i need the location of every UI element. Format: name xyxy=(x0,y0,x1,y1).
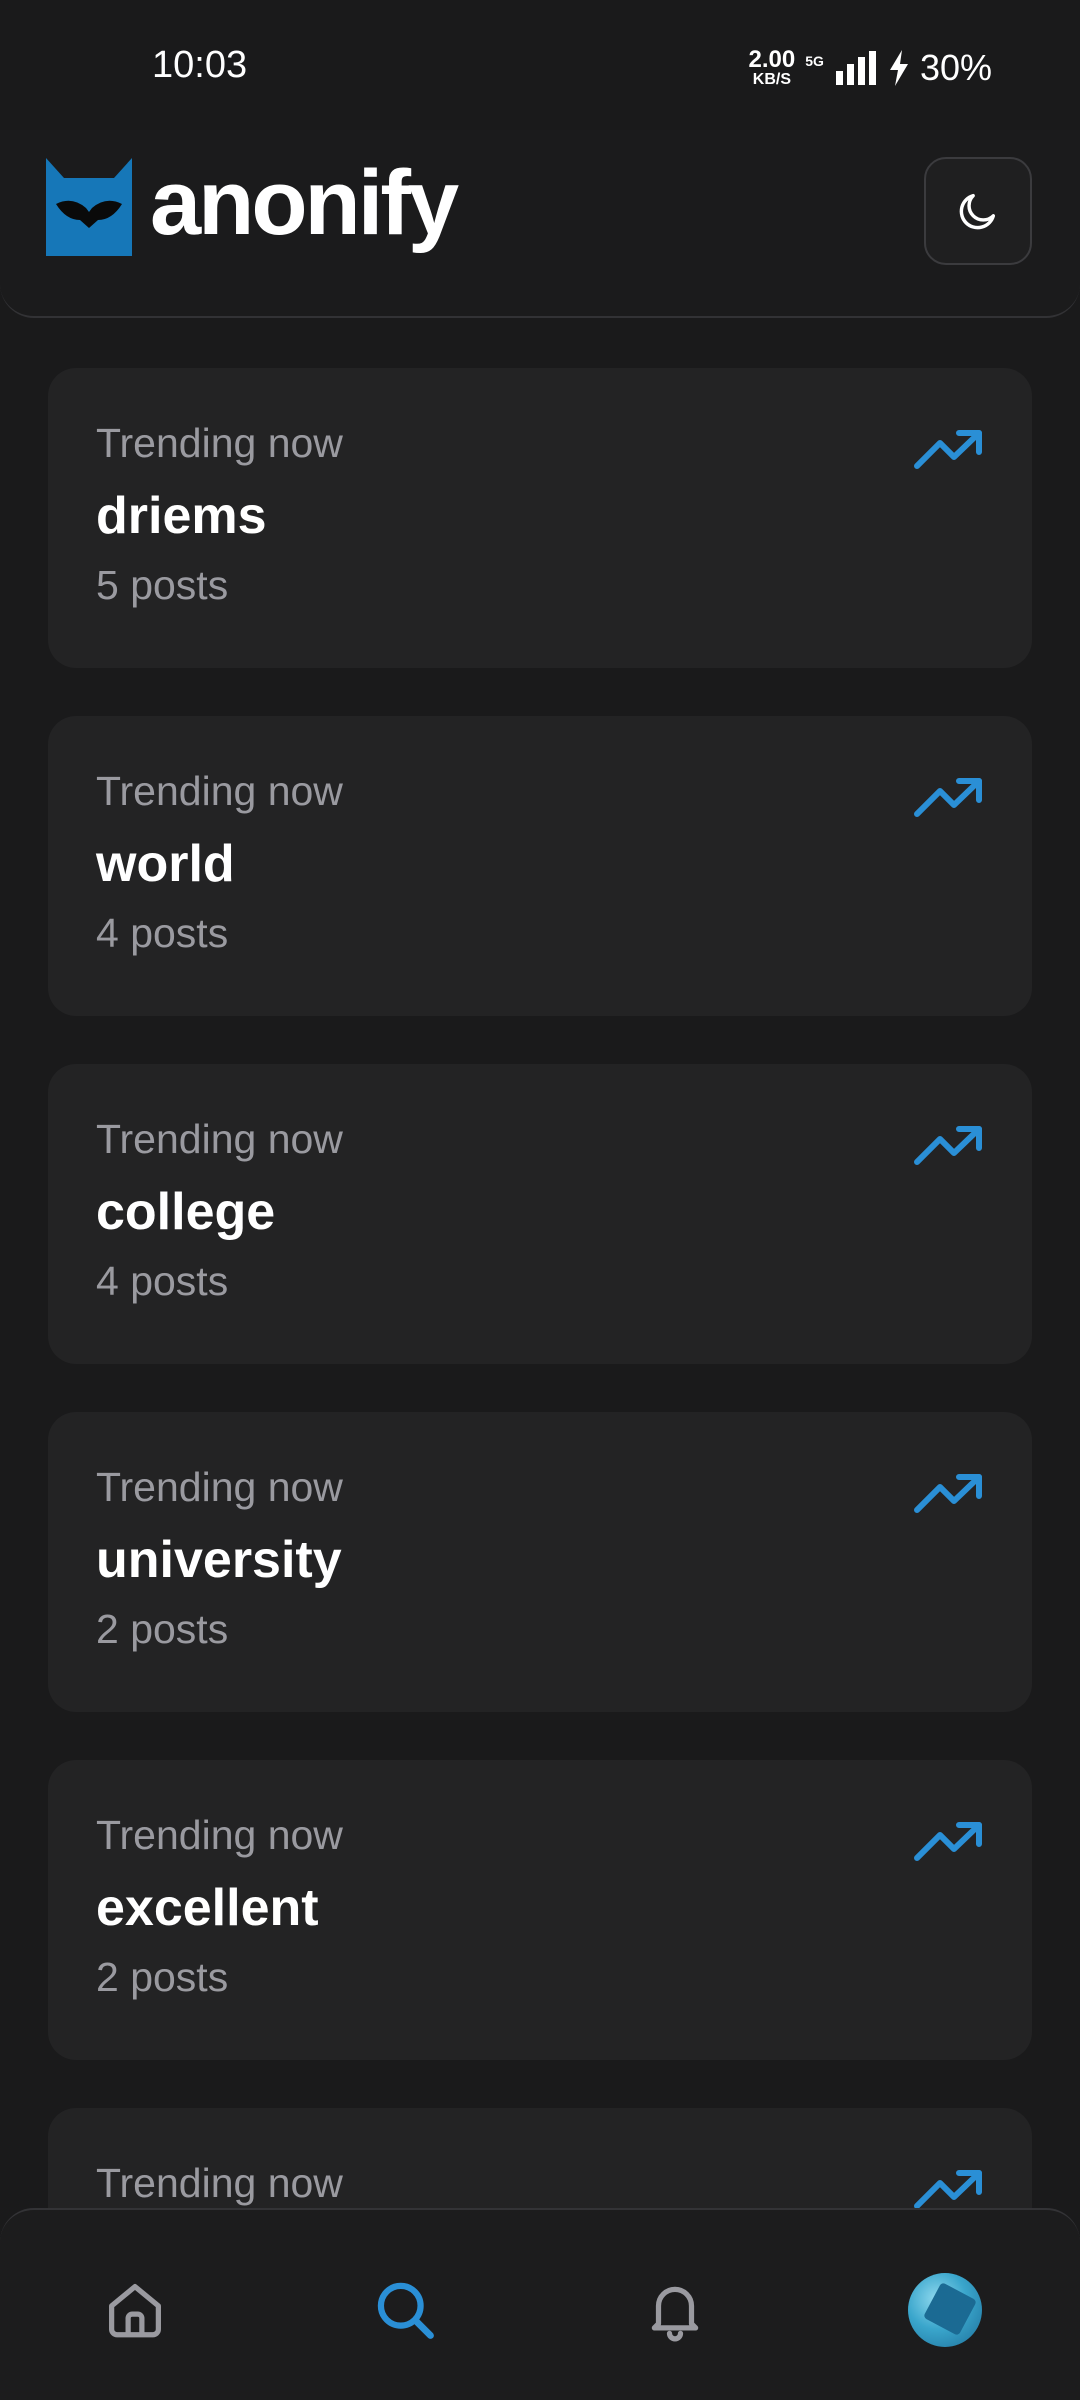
status-time: 10:03 xyxy=(152,44,248,86)
trending-topic: university xyxy=(96,1531,342,1589)
moon-icon xyxy=(959,193,996,230)
nav-home-button[interactable] xyxy=(95,2270,175,2350)
nav-search-button[interactable] xyxy=(365,2270,445,2350)
battery-level: 30% xyxy=(919,47,992,88)
trending-up-icon xyxy=(914,1126,982,1165)
trending-up-icon xyxy=(914,2170,982,2208)
trending-topic: world xyxy=(96,835,235,893)
search-icon xyxy=(377,2282,434,2339)
nav-notifications-button[interactable] xyxy=(635,2270,715,2350)
trending-label: Trending now xyxy=(96,1116,343,1162)
network-type: 5G xyxy=(805,53,824,69)
trending-label: Trending now xyxy=(96,768,343,814)
trending-up-icon xyxy=(914,1474,982,1513)
bell-icon xyxy=(651,2286,699,2342)
trending-up-icon xyxy=(914,1822,982,1861)
status-bar: 10:03 2.00 KB/S 5G 30% xyxy=(0,0,1080,130)
trending-post-count: 2 posts xyxy=(96,1954,229,2000)
trending-post-count: 2 posts xyxy=(96,1606,229,1652)
trending-post-count: 4 posts xyxy=(96,1258,229,1304)
bottom-nav xyxy=(0,2208,1080,2400)
trending-card[interactable]: Trending now xyxy=(48,2108,1032,2208)
trending-up-icon xyxy=(914,430,982,469)
charging-icon xyxy=(889,50,908,86)
theme-toggle-button[interactable] xyxy=(924,157,1032,265)
avatar-shape xyxy=(922,2281,978,2337)
network-speed-value: 2.00 xyxy=(748,46,796,73)
trending-topic: driems xyxy=(96,487,267,545)
trending-label: Trending now xyxy=(96,2160,343,2206)
trending-card[interactable]: Trending now driems 5 posts xyxy=(48,368,1032,668)
trending-card[interactable]: Trending now college 4 posts xyxy=(48,1064,1032,1364)
app-header: anonify xyxy=(0,130,1080,318)
trending-card[interactable]: Trending now world 4 posts xyxy=(48,716,1032,1016)
trending-label: Trending now xyxy=(96,1812,343,1858)
logo-text: anonify xyxy=(150,152,459,254)
mask-logo-icon xyxy=(46,158,132,256)
trending-list[interactable]: Trending now driems 5 posts Trending now… xyxy=(48,368,1032,2208)
trending-card[interactable]: Trending now excellent 2 posts xyxy=(48,1760,1032,2060)
trending-topic: college xyxy=(96,1183,276,1241)
trending-label: Trending now xyxy=(96,1464,343,1510)
signal-icon xyxy=(835,51,876,85)
trending-up-icon xyxy=(914,778,982,817)
network-speed-unit: KB/S xyxy=(752,71,791,88)
trending-post-count: 4 posts xyxy=(96,910,229,956)
status-indicators: 2.00 KB/S 5G 30% xyxy=(749,46,992,90)
home-icon xyxy=(109,2284,161,2338)
logo[interactable]: anonify xyxy=(46,152,459,260)
trending-post-count: 5 posts xyxy=(96,562,229,608)
trending-card[interactable]: Trending now university 2 posts xyxy=(48,1412,1032,1712)
trending-topic: excellent xyxy=(96,1879,319,1937)
trending-label: Trending now xyxy=(96,420,343,466)
avatar xyxy=(908,2273,982,2347)
network-speed: 2.00 KB/S xyxy=(749,48,796,88)
nav-profile-button[interactable] xyxy=(905,2270,985,2350)
